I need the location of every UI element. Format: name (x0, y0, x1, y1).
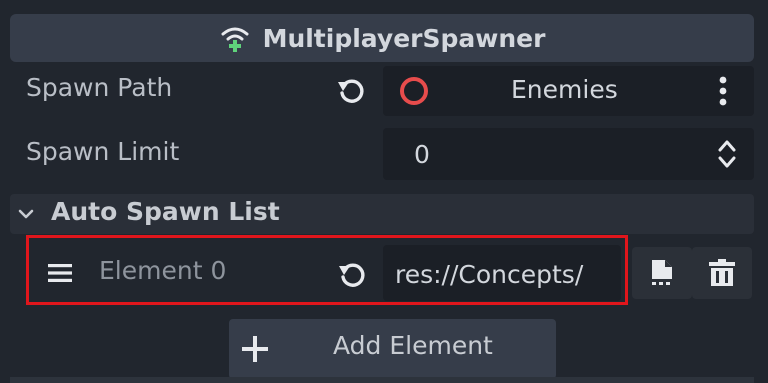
revert-icon[interactable] (336, 76, 366, 106)
trash-icon (709, 259, 735, 286)
node-type-title: MultiplayerSpawner (262, 23, 546, 53)
spawn-limit-label: Spawn Limit (26, 137, 180, 166)
plus-icon (242, 336, 268, 362)
next-section-edge (10, 377, 754, 383)
section-title: Auto Spawn List (51, 197, 280, 226)
inspector-header: MultiplayerSpawner (10, 14, 754, 62)
add-element-label: Add Element (333, 331, 493, 360)
load-file-button[interactable] (632, 247, 692, 299)
auto-spawn-list-section[interactable]: Auto Spawn List (10, 194, 754, 234)
add-element-button[interactable]: Add Element (229, 319, 556, 379)
delete-element-button[interactable] (692, 247, 752, 299)
file-icon (652, 260, 672, 285)
chevron-down-icon[interactable] (18, 207, 34, 221)
spawn-limit-field[interactable]: 0 (383, 128, 754, 180)
highlight-frame (26, 235, 628, 305)
spawn-path-label: Spawn Path (26, 73, 173, 102)
vertical-dots-icon[interactable] (717, 75, 729, 107)
spawn-path-value: Enemies (511, 75, 618, 104)
multiplayer-spawner-icon (221, 27, 249, 52)
spawn-limit-value: 0 (414, 140, 430, 169)
inspector-panel: MultiplayerSpawner Spawn Path Enemies Sp… (0, 0, 768, 383)
node-path-icon (400, 77, 428, 105)
spawn-path-field[interactable]: Enemies (383, 66, 754, 116)
up-down-arrows-icon[interactable] (717, 138, 737, 170)
